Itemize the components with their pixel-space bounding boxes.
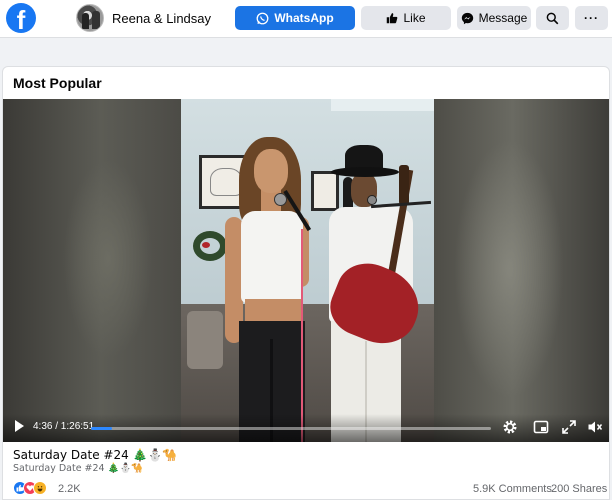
- post-subcaption: Saturday Date #24 🎄⛄🐪: [13, 463, 144, 474]
- video-time: 4:36 / 1:26:51: [33, 421, 95, 432]
- most-popular-card: Most Popular 4:36 / 1:26:51 Saturday Dat…: [2, 66, 610, 500]
- video-blur-left: [3, 99, 181, 442]
- avatar[interactable]: [76, 4, 104, 32]
- like-label: Like: [403, 11, 426, 25]
- comments-count[interactable]: 5.9K Comments: [473, 483, 552, 495]
- more-options-button[interactable]: ···: [575, 6, 608, 30]
- logo-letter: f: [16, 5, 26, 33]
- message-button[interactable]: Message: [457, 6, 531, 30]
- framed-picture: [311, 171, 339, 211]
- pillow: [187, 311, 223, 369]
- miniplayer-icon[interactable]: [533, 419, 549, 435]
- thumbs-up-icon: [387, 13, 398, 24]
- woman-top: [241, 211, 303, 303]
- avatar-figure: [82, 13, 89, 29]
- shares-count[interactable]: 200 Shares: [551, 483, 607, 495]
- video-controls: 4:36 / 1:26:51: [3, 414, 609, 442]
- fullscreen-icon[interactable]: [561, 419, 577, 435]
- page-name[interactable]: Reena & Lindsay: [112, 11, 211, 26]
- reaction-count[interactable]: 2.2K: [58, 483, 81, 495]
- facebook-logo-icon[interactable]: f: [6, 3, 36, 33]
- whatsapp-button[interactable]: WhatsApp: [235, 6, 355, 30]
- woman-face: [254, 149, 288, 193]
- wreath: [193, 231, 227, 261]
- whatsapp-icon: [256, 12, 269, 24]
- bass-headstock: [399, 165, 409, 205]
- avatar-figure: [92, 11, 100, 29]
- page-header: f Reena & Lindsay WhatsApp Like Message …: [0, 0, 612, 38]
- like-page-button[interactable]: Like: [361, 6, 451, 30]
- microphone: [274, 193, 287, 206]
- video-frame: [181, 99, 434, 442]
- section-title: Most Popular: [13, 75, 102, 91]
- mic-cable: [301, 229, 303, 442]
- messenger-icon: [461, 12, 473, 24]
- post-caption[interactable]: Saturday Date #24 🎄⛄🐪: [13, 448, 177, 462]
- settings-icon[interactable]: [502, 419, 518, 435]
- ceiling: [331, 99, 434, 111]
- progress-fill: [91, 427, 113, 430]
- search-button[interactable]: [536, 6, 569, 30]
- whatsapp-label: WhatsApp: [274, 11, 334, 25]
- video-player[interactable]: 4:36 / 1:26:51: [3, 99, 609, 442]
- mute-icon[interactable]: [587, 419, 603, 435]
- microphone: [367, 195, 377, 205]
- play-icon[interactable]: [15, 420, 24, 432]
- message-label: Message: [478, 11, 528, 25]
- video-blur-right: [434, 99, 609, 442]
- cowboy-hat-brim: [331, 167, 399, 177]
- search-icon: [546, 12, 559, 24]
- reactions-summary[interactable]: [13, 481, 47, 495]
- haha-reaction-icon: [33, 481, 47, 495]
- more-label: ···: [584, 11, 599, 25]
- progress-bar[interactable]: [91, 427, 491, 430]
